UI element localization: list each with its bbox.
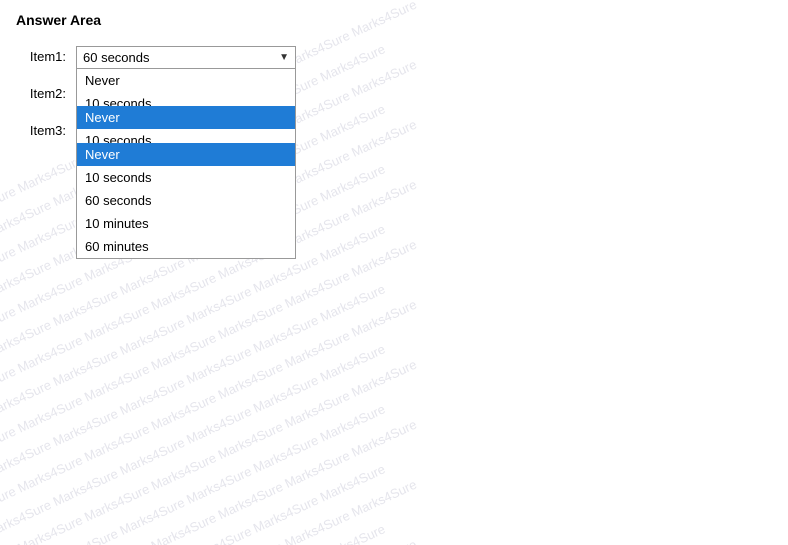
dropdown-header-1[interactable]: 60 seconds ▼ (76, 46, 296, 69)
dropdown-option-3-0[interactable]: Never (77, 143, 295, 166)
dropdown-option-3-3[interactable]: 10 minutes (77, 212, 295, 235)
dropdown-1[interactable]: 60 seconds▼Never10 seconds60 seconds10 m… (76, 46, 296, 69)
dropdown-option-3-2[interactable]: 60 seconds (77, 189, 295, 212)
dropdown-option-3-4[interactable]: 60 minutes (77, 235, 295, 258)
chevron-down-icon-1: ▼ (279, 52, 289, 63)
dropdown-option-1-0[interactable]: Never (77, 69, 295, 92)
item-label-1: Item1: (16, 46, 76, 64)
page-title: Answer Area (16, 12, 772, 28)
dropdown-option-2-0[interactable]: Never (77, 106, 295, 129)
item-row-1: Item1:60 seconds▼Never10 seconds60 secon… (16, 46, 772, 69)
item-label-2: Item2: (16, 83, 76, 101)
dropdown-option-3-1[interactable]: 10 seconds (77, 166, 295, 189)
items-container: Item1:60 seconds▼Never10 seconds60 secon… (16, 46, 772, 143)
dropdown-selected-1: 60 seconds (83, 50, 150, 65)
dropdown-list-3: Never10 seconds60 seconds10 minutes60 mi… (76, 143, 296, 259)
item-label-3: Item3: (16, 120, 76, 138)
main-content: Answer Area Item1:60 seconds▼Never10 sec… (0, 0, 788, 169)
